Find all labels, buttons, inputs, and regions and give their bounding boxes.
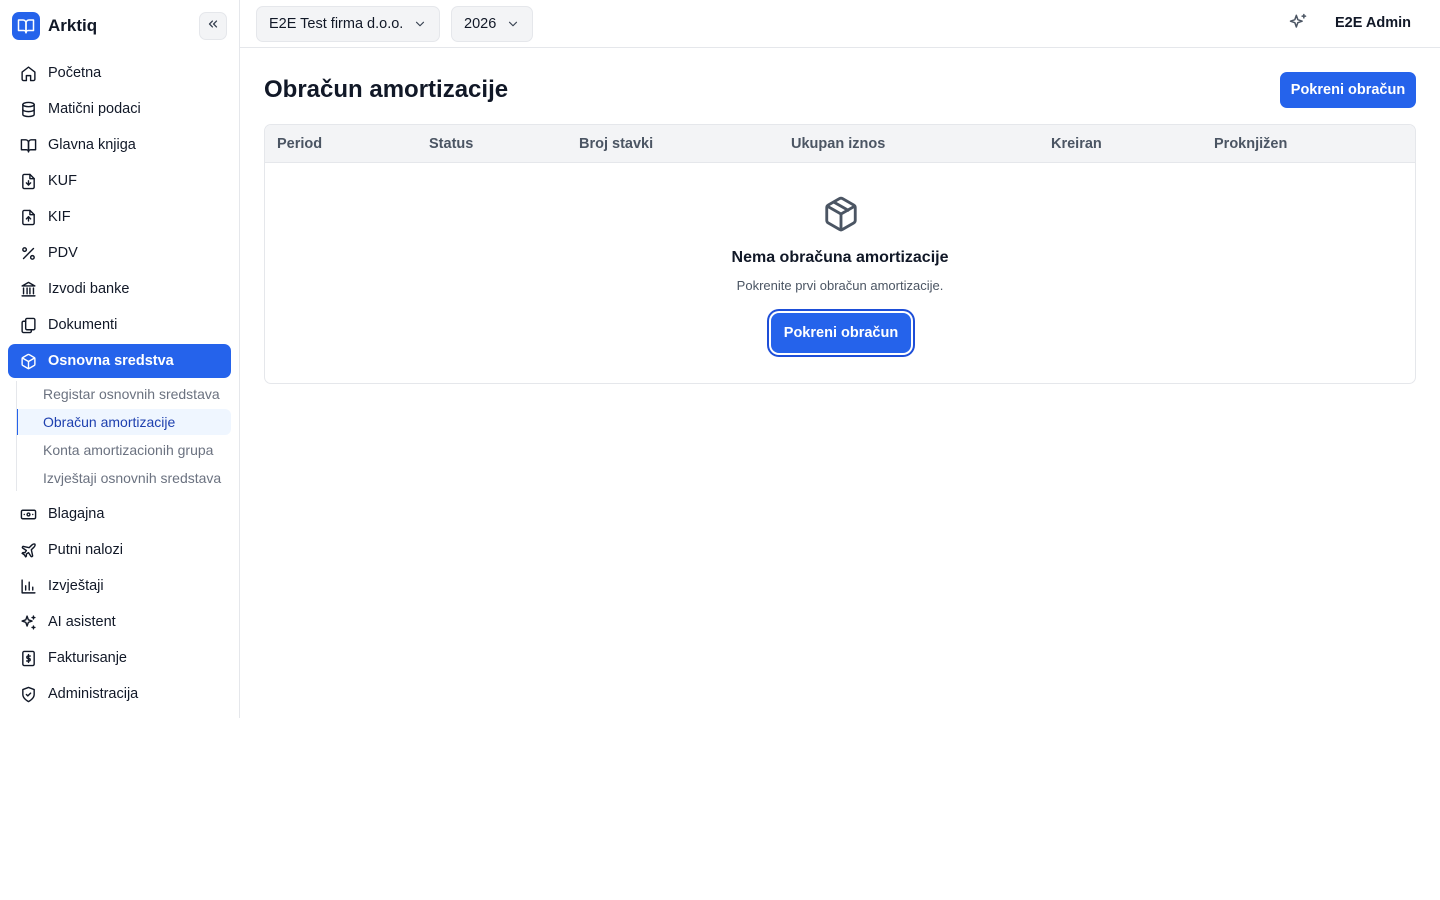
- bank-icon: [19, 280, 37, 298]
- sidebar-item-kuf[interactable]: KUF: [8, 164, 231, 198]
- sidebar-item-izvjestaji[interactable]: Izvještaji: [8, 569, 231, 603]
- sidebar-item-kif[interactable]: KIF: [8, 200, 231, 234]
- sidebar-item-administracija[interactable]: Administracija: [8, 677, 231, 711]
- sidebar-item-blagajna[interactable]: Blagajna: [8, 497, 231, 531]
- sidebar-item-label: Izvodi banke: [48, 281, 130, 297]
- brand[interactable]: Arktiq: [12, 12, 97, 40]
- sidebar-item-dokumenti[interactable]: Dokumenti: [8, 308, 231, 342]
- sidebar-item-label: KIF: [48, 209, 71, 225]
- subnav-item-konta-amortizacionih-grupa[interactable]: Konta amortizacionih grupa: [17, 437, 232, 463]
- year-select[interactable]: 2026: [451, 6, 534, 42]
- sidebar-item-label: Dokumenti: [48, 317, 118, 333]
- empty-state: Nema obračuna amortizacije Pokrenite prv…: [265, 163, 1415, 383]
- company-select[interactable]: E2E Test firma d.o.o.: [256, 6, 441, 42]
- sidebar-item-osnovna-sredstva[interactable]: Osnovna sredstva: [8, 344, 231, 378]
- database-icon: [19, 100, 37, 118]
- sparkles-icon: [19, 613, 37, 631]
- column-header-status[interactable]: Status: [429, 136, 473, 152]
- subnav-item-izvjestaji-osnovnih-sredstava[interactable]: Izvještaji osnovnih sredstava: [17, 465, 232, 491]
- sidebar-subnav-osnovna-sredstva: Registar osnovnih sredstava Obračun amor…: [16, 381, 231, 491]
- topbar: E2E Test firma d.o.o. 2026 E2E Admin: [240, 0, 1440, 48]
- sidebar-item-label: AI asistent: [48, 614, 116, 630]
- empty-state-start-button[interactable]: Pokreni obračun: [771, 313, 911, 353]
- shield-check-icon: [19, 685, 37, 703]
- column-header-kreiran[interactable]: Kreiran: [1051, 136, 1102, 152]
- subnav-item-obracun-amortizacije[interactable]: Obračun amortizacije: [17, 409, 231, 435]
- sidebar-item-label: Putni nalozi: [48, 542, 123, 558]
- sidebar-item-glavna-knjiga[interactable]: Glavna knjiga: [8, 128, 231, 162]
- book-open-icon: [19, 136, 37, 154]
- sidebar-item-izvodi-banke[interactable]: Izvodi banke: [8, 272, 231, 306]
- package-icon: [822, 195, 860, 233]
- table-header: Period Status Broj stavki Ukupan iznos K…: [265, 125, 1415, 163]
- sidebar-item-label: Blagajna: [48, 506, 105, 522]
- sidebar-item-label: PDV: [48, 245, 78, 261]
- home-icon: [19, 64, 37, 82]
- documents-icon: [19, 316, 37, 334]
- company-select-value: E2E Test firma d.o.o.: [269, 16, 404, 32]
- sidebar-item-label: Osnovna sredstva: [48, 353, 174, 369]
- empty-state-title: Nema obračuna amortizacije: [731, 249, 949, 266]
- column-header-proknjizen[interactable]: Proknjižen: [1214, 136, 1287, 152]
- collapse-sidebar-button[interactable]: [199, 12, 227, 40]
- subnav-item-registar[interactable]: Registar osnovnih sredstava: [17, 381, 232, 407]
- file-download-icon: [19, 172, 37, 190]
- empty-state-subtitle: Pokrenite prvi obračun amortizacije.: [736, 278, 944, 293]
- user-menu[interactable]: E2E Admin: [1335, 15, 1411, 31]
- sidebar-nav: Početna Matični podaci Glavna knjiga KUF…: [8, 56, 231, 713]
- cash-icon: [19, 505, 37, 523]
- sidebar-item-maticni-podaci[interactable]: Matični podaci: [8, 92, 231, 126]
- ai-assistant-button[interactable]: [1286, 12, 1310, 36]
- chevron-down-icon: [506, 17, 520, 31]
- sidebar-item-label: Fakturisanje: [48, 650, 127, 666]
- year-select-value: 2026: [464, 16, 497, 32]
- column-header-ukupan-iznos[interactable]: Ukupan iznos: [791, 136, 885, 152]
- sparkles-icon: [1288, 12, 1308, 37]
- sidebar-item-label: Početna: [48, 65, 102, 81]
- plane-icon: [19, 541, 37, 559]
- sidebar-item-label: Administracija: [48, 686, 139, 702]
- sidebar-item-label: Izvještaji: [48, 578, 104, 594]
- column-header-broj-stavki[interactable]: Broj stavki: [579, 136, 653, 152]
- box-icon: [19, 352, 37, 370]
- sidebar-item-fakturisanje[interactable]: Fakturisanje: [8, 641, 231, 675]
- percent-icon: [19, 244, 37, 262]
- sidebar-item-label: KUF: [48, 173, 77, 189]
- book-logo-icon: [12, 12, 40, 40]
- page-title: Obračun amortizacije: [264, 76, 509, 103]
- chevron-down-icon: [413, 17, 427, 31]
- depreciation-table: Period Status Broj stavki Ukupan iznos K…: [264, 124, 1416, 384]
- start-calculation-button[interactable]: Pokreni obračun: [1280, 72, 1416, 108]
- app-name: Arktiq: [48, 16, 98, 35]
- sidebar-item-pdv[interactable]: PDV: [8, 236, 231, 270]
- sidebar-item-label: Matični podaci: [48, 101, 141, 117]
- invoice-dollar-icon: [19, 649, 37, 667]
- sidebar-item-ai-asistent[interactable]: AI asistent: [8, 605, 231, 639]
- sidebar-item-putni-nalozi[interactable]: Putni nalozi: [8, 533, 231, 567]
- sidebar: Arktiq Početna Matični podaci Glavna knj…: [0, 0, 240, 718]
- file-upload-icon: [19, 208, 37, 226]
- bar-chart-icon: [19, 577, 37, 595]
- sidebar-item-label: Glavna knjiga: [48, 137, 136, 153]
- column-header-period[interactable]: Period: [277, 136, 322, 152]
- chevrons-left-icon: [206, 17, 220, 36]
- sidebar-item-pocetna[interactable]: Početna: [8, 56, 231, 90]
